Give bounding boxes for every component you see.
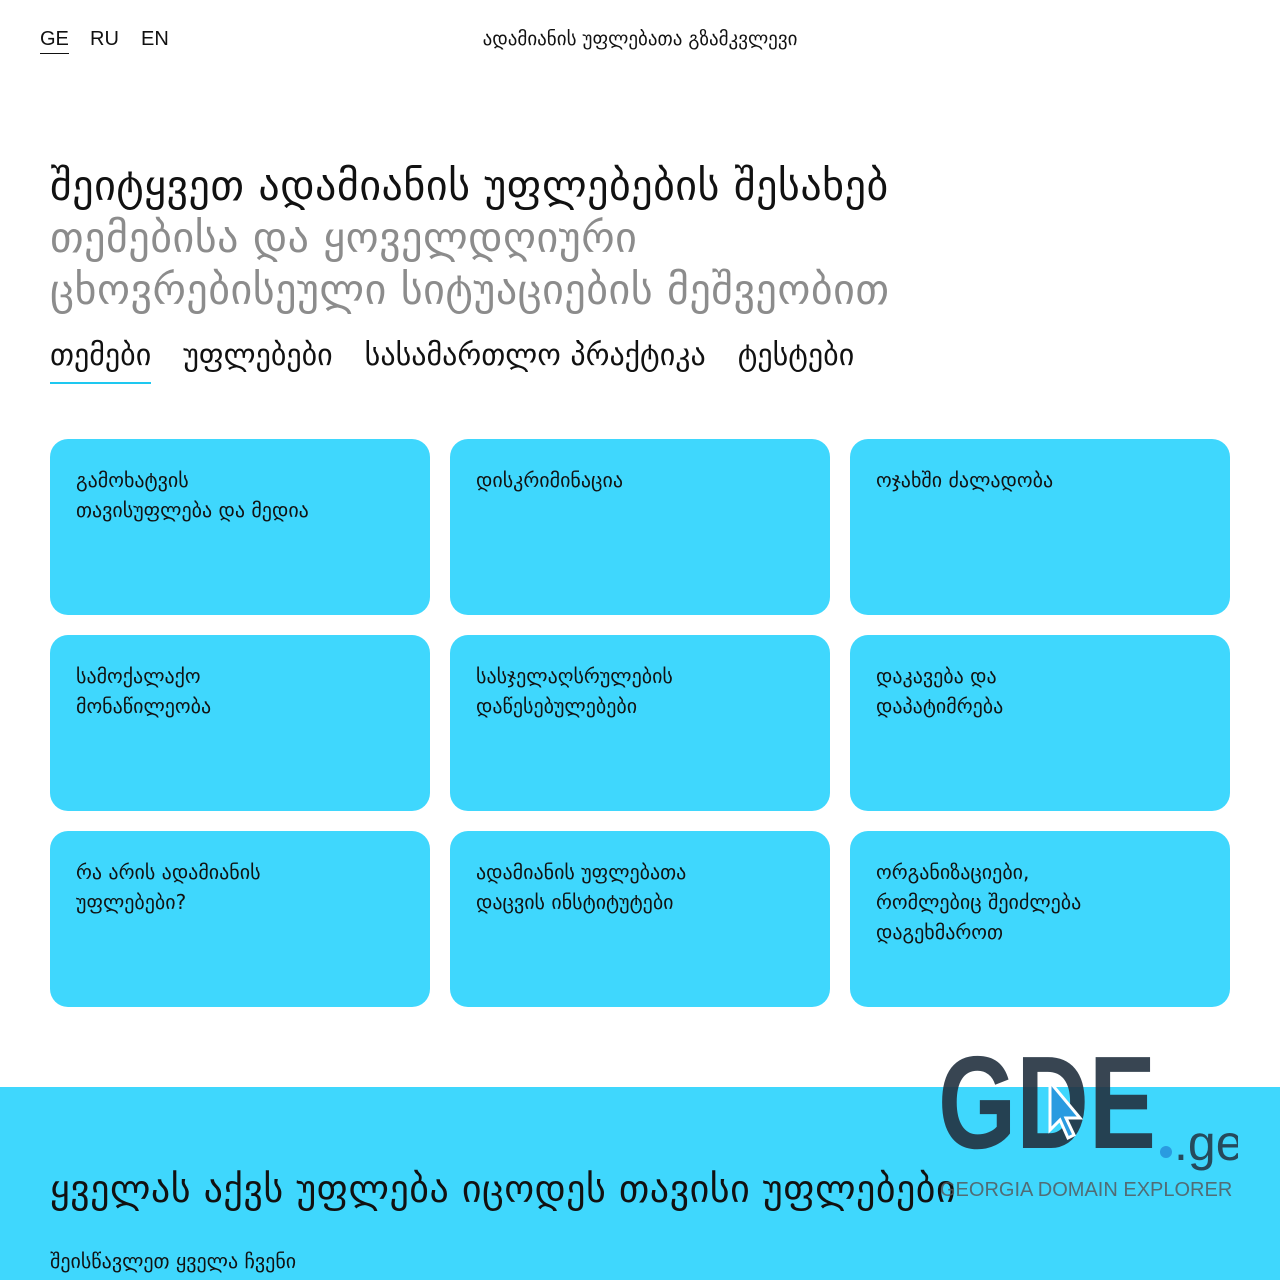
- footer-banner: ყველას აქვს უფლება იცოდეს თავისი უფლებებ…: [0, 1087, 1280, 1280]
- section-tabs: თემები უფლებები სასამართლო პრაქტიკა ტესტ…: [50, 338, 854, 384]
- site-title-link[interactable]: ადამიანის უფლებათა გზამკვლევი: [0, 28, 1280, 50]
- hero-line-1: შეიტყვეთ ადამიანის უფლებების შესახებ: [50, 161, 889, 210]
- topic-card-label: სასჯელაღსრულების დაწესებულებები: [476, 664, 673, 718]
- topic-card-detention-arrest[interactable]: დაკავება და დაპატიმრება: [850, 635, 1230, 811]
- topic-card-discrimination[interactable]: დისკრიმინაცია: [450, 439, 830, 615]
- banner-title: ყველას აქვს უფლება იცოდეს თავისი უფლებებ…: [50, 1167, 957, 1211]
- hero-line-2: თემებისა და ყოველდღიური: [50, 213, 638, 262]
- topic-card-label: ადამიანის უფლებათა დაცვის ინსტიტუტები: [476, 860, 687, 914]
- topic-card-label: სამოქალაქო მონაწილეობა: [76, 664, 212, 718]
- tab-tests[interactable]: ტესტები: [738, 338, 854, 384]
- topic-card-penitentiary[interactable]: სასჯელაღსრულების დაწესებულებები: [450, 635, 830, 811]
- hero-heading: შეიტყვეთ ადამიანის უფლებების შესახებ თემ…: [50, 160, 1210, 316]
- topic-card-expression-media[interactable]: გამოხატვის თავისუფლება და მედია: [50, 439, 430, 615]
- top-bar: GE RU EN ადამიანის უფლებათა გზამკვლევი: [0, 0, 1280, 80]
- tab-case-law[interactable]: სასამართლო პრაქტიკა: [365, 338, 706, 384]
- topic-card-label: ოჯახში ძალადობა: [876, 468, 1054, 492]
- topic-card-label: დისკრიმინაცია: [476, 468, 623, 492]
- topic-card-label: რა არის ადამიანის უფლებები?: [76, 860, 261, 914]
- topic-card-label: დაკავება და დაპატიმრება: [876, 664, 1004, 718]
- tab-rights[interactable]: უფლებები: [183, 338, 332, 384]
- topic-card-label: გამოხატვის თავისუფლება და მედია: [76, 468, 309, 522]
- tab-topics[interactable]: თემები: [50, 338, 152, 384]
- banner-subtitle: შეისწავლეთ ყველა ჩვენი: [50, 1249, 297, 1273]
- topic-grid: გამოხატვის თავისუფლება და მედია დისკრიმი…: [50, 439, 1230, 1007]
- topic-card-rights-institutions[interactable]: ადამიანის უფლებათა დაცვის ინსტიტუტები: [450, 831, 830, 1007]
- topic-card-civic-participation[interactable]: სამოქალაქო მონაწილეობა: [50, 635, 430, 811]
- topic-card-helpful-organizations[interactable]: ორგანიზაციები, რომლებიც შეიძლება დაგეხმა…: [850, 831, 1230, 1007]
- topic-card-what-are-rights[interactable]: რა არის ადამიანის უფლებები?: [50, 831, 430, 1007]
- hero-line-3: ცხოვრებისეული სიტუაციების მეშვეობით: [50, 265, 890, 314]
- topic-card-label: ორგანიზაციები, რომლებიც შეიძლება დაგეხმა…: [876, 860, 1082, 944]
- topic-card-domestic-violence[interactable]: ოჯახში ძალადობა: [850, 439, 1230, 615]
